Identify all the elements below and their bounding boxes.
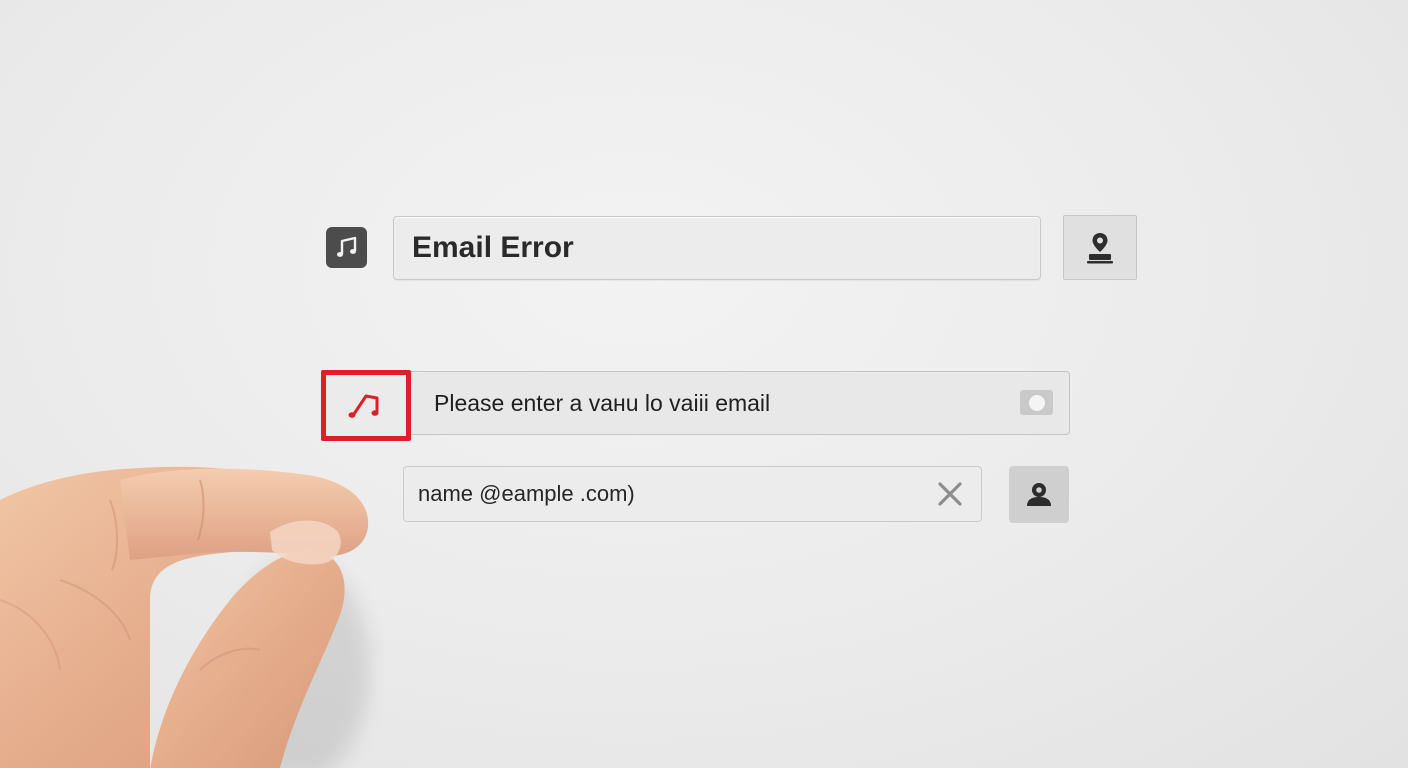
music-note-icon (348, 394, 379, 418)
music-note-icon (336, 236, 356, 257)
profile-button[interactable] (1009, 466, 1069, 523)
email-input[interactable] (403, 466, 982, 522)
error-icon-box[interactable] (321, 370, 411, 441)
toggle-icon[interactable] (1020, 390, 1053, 415)
stamp-icon (1087, 232, 1113, 263)
error-message-text: Please enter a vaнu lo vaiii email (434, 389, 771, 416)
clear-button[interactable] (932, 476, 968, 512)
title-field[interactable]: Email Error (393, 216, 1041, 280)
hand-image (0, 466, 370, 768)
title-text: Email Error (412, 231, 574, 264)
stamp-button[interactable] (1063, 215, 1137, 280)
close-icon (938, 482, 962, 506)
toggle-knob (1028, 394, 1045, 411)
user-icon (1027, 482, 1051, 506)
error-message-field[interactable]: Please enter a vaнu lo vaiii email (403, 371, 1070, 435)
music-app-icon (326, 227, 367, 268)
